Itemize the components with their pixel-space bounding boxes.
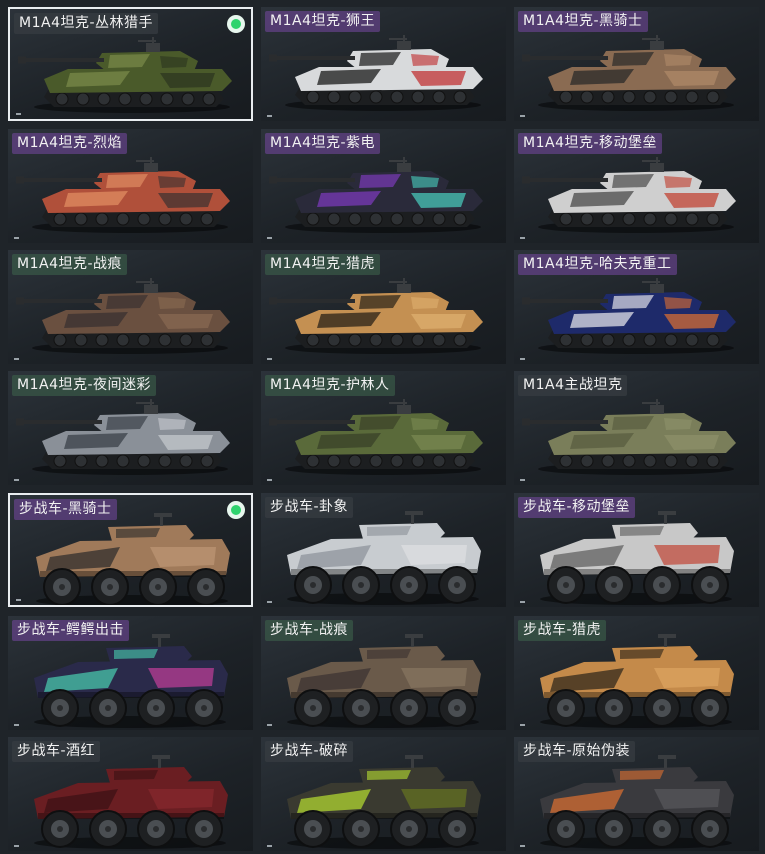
skin-card[interactable]: M1A4坦克-战痕 — [8, 250, 253, 364]
skin-name-label: 步战车-破碎 — [265, 741, 354, 762]
skin-card[interactable]: M1A4坦克-猎虎 — [261, 250, 506, 364]
skin-name-label: 步战车-酒红 — [12, 741, 101, 762]
ifv-model — [34, 755, 228, 849]
corner-marker — [14, 845, 19, 847]
equipped-indicator-icon — [227, 501, 245, 519]
tank-model — [16, 278, 230, 354]
skin-card[interactable]: 步战车-破碎 — [261, 737, 506, 851]
tank-model — [269, 157, 483, 233]
skin-card[interactable]: M1A4坦克-丛林猎手 — [8, 7, 253, 121]
tank-model — [522, 399, 736, 475]
skin-grid: M1A4坦克-丛林猎手 M1A4坦克-狮王 M1A4坦克-黑骑士 M1A4坦克-烈焰 M… — [0, 0, 765, 854]
skin-name-label: M1A4坦克-战痕 — [12, 254, 128, 275]
tank-model — [522, 278, 736, 354]
corner-marker — [520, 115, 525, 117]
skin-card[interactable]: 步战车-黑骑士 — [8, 493, 253, 607]
skin-name-label: M1A4坦克-黑骑士 — [518, 11, 648, 32]
skin-card[interactable]: 步战车-战痕 — [261, 616, 506, 730]
skin-card[interactable]: M1A4主战坦克 — [514, 371, 759, 485]
tank-model — [16, 157, 230, 233]
ifv-model — [540, 634, 734, 728]
ifv-model — [34, 634, 228, 728]
skin-card[interactable]: 步战车-鳄鳄出击 — [8, 616, 253, 730]
ifv-model — [540, 755, 734, 849]
corner-marker — [14, 237, 19, 239]
tank-model — [269, 278, 483, 354]
corner-marker — [267, 479, 272, 481]
skin-name-label: 步战车-原始伪装 — [518, 741, 636, 762]
equipped-indicator-icon — [227, 15, 245, 33]
corner-marker — [14, 724, 19, 726]
corner-marker — [14, 358, 19, 360]
tank-model — [18, 37, 232, 113]
skin-card[interactable]: M1A4坦克-狮王 — [261, 7, 506, 121]
skin-name-label: M1A4坦克-夜间迷彩 — [12, 375, 157, 396]
corner-marker — [267, 724, 272, 726]
corner-marker — [16, 113, 21, 115]
skin-name-label: M1A4坦克-烈焰 — [12, 133, 128, 154]
tank-model — [522, 157, 736, 233]
skin-name-label: 步战车-战痕 — [265, 620, 354, 641]
skin-card[interactable]: 步战车-原始伪装 — [514, 737, 759, 851]
corner-marker — [520, 479, 525, 481]
skin-card[interactable]: M1A4坦克-护林人 — [261, 371, 506, 485]
corner-marker — [14, 479, 19, 481]
skin-card[interactable]: M1A4坦克-黑骑士 — [514, 7, 759, 121]
corner-marker — [520, 237, 525, 239]
skin-name-label: M1A4坦克-哈夫克重工 — [518, 254, 677, 275]
skin-card[interactable]: 步战车-卦象 — [261, 493, 506, 607]
tank-model — [16, 399, 230, 475]
skin-name-label: 步战车-猎虎 — [518, 620, 607, 641]
ifv-model — [287, 511, 481, 605]
skin-name-label: 步战车-卦象 — [265, 497, 354, 518]
skin-card[interactable]: 步战车-酒红 — [8, 737, 253, 851]
skin-card[interactable]: M1A4坦克-移动堡垒 — [514, 129, 759, 243]
ifv-model — [36, 513, 230, 605]
skin-name-label: M1A4坦克-猎虎 — [265, 254, 381, 275]
corner-marker — [520, 724, 525, 726]
corner-marker — [520, 601, 525, 603]
skin-name-label: M1A4主战坦克 — [518, 375, 628, 396]
skin-name-label: M1A4坦克-丛林猎手 — [14, 13, 159, 34]
corner-marker — [16, 599, 21, 601]
corner-marker — [520, 358, 525, 360]
corner-marker — [267, 845, 272, 847]
corner-marker — [520, 845, 525, 847]
skin-name-label: 步战车-黑骑士 — [14, 499, 117, 520]
skin-name-label: M1A4坦克-移动堡垒 — [518, 133, 663, 154]
tank-model — [269, 35, 483, 111]
skin-name-label: M1A4坦克-紫电 — [265, 133, 381, 154]
tank-model — [269, 399, 483, 475]
skin-card[interactable]: M1A4坦克-夜间迷彩 — [8, 371, 253, 485]
skin-name-label: 步战车-鳄鳄出击 — [12, 620, 130, 641]
skin-card[interactable]: M1A4坦克-紫电 — [261, 129, 506, 243]
corner-marker — [267, 358, 272, 360]
ifv-model — [540, 511, 734, 605]
skin-name-label: M1A4坦克-狮王 — [265, 11, 381, 32]
skin-name-label: 步战车-移动堡垒 — [518, 497, 636, 518]
skin-card[interactable]: 步战车-猎虎 — [514, 616, 759, 730]
skin-card[interactable]: M1A4坦克-烈焰 — [8, 129, 253, 243]
skin-name-label: M1A4坦克-护林人 — [265, 375, 395, 396]
skin-card[interactable]: M1A4坦克-哈夫克重工 — [514, 250, 759, 364]
corner-marker — [267, 115, 272, 117]
tank-model — [522, 35, 736, 111]
skin-card[interactable]: 步战车-移动堡垒 — [514, 493, 759, 607]
ifv-model — [287, 634, 481, 728]
ifv-model — [287, 755, 481, 849]
corner-marker — [267, 601, 272, 603]
corner-marker — [267, 237, 272, 239]
